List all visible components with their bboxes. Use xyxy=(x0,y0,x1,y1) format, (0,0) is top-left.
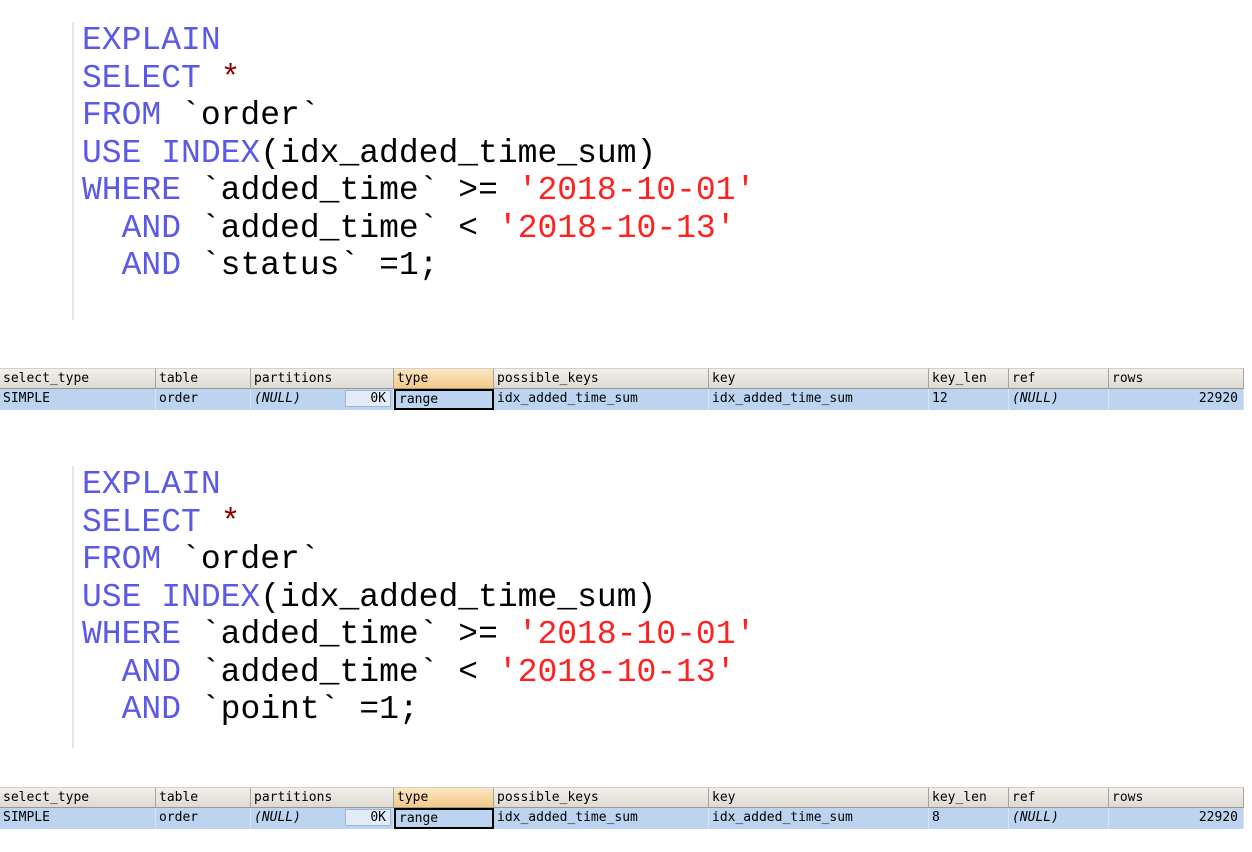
identifier: `added_time` >= xyxy=(181,172,518,209)
code-line: EXPLAIN xyxy=(82,466,755,504)
code-line: WHERE `added_time` >= '2018-10-01' xyxy=(82,616,755,654)
keyword: AND xyxy=(82,209,182,247)
cell-key[interactable]: idx_added_time_sum xyxy=(709,808,929,829)
column-header-type[interactable]: type xyxy=(394,368,494,389)
column-header-possible-keys[interactable]: possible_keys xyxy=(494,787,709,808)
cell-key-len[interactable]: 12 xyxy=(929,389,1009,410)
null-value: (NULL) xyxy=(254,810,301,825)
column-header-key[interactable]: key xyxy=(709,368,929,389)
identifier: `order` xyxy=(161,541,320,578)
keyword: SELECT xyxy=(82,59,201,97)
keyword: AND xyxy=(82,691,182,728)
keyword: FROM xyxy=(82,97,162,134)
cell-possible-keys[interactable]: idx_added_time_sum xyxy=(494,389,709,410)
code-line: FROM `order` xyxy=(82,541,755,579)
keyword: AND xyxy=(82,653,182,691)
identifier: `point` =1; xyxy=(181,691,419,728)
code-line: SELECT * xyxy=(82,60,755,98)
identifier: (idx_added_time_sum) xyxy=(260,134,657,172)
cell-ref[interactable]: (NULL) xyxy=(1009,808,1109,829)
sql-editor-query-2[interactable]: EXPLAIN SELECT * FROM `order` USE INDEX(… xyxy=(72,466,755,748)
column-header-table[interactable]: table xyxy=(156,787,251,808)
column-header-ref[interactable]: ref xyxy=(1009,787,1109,808)
identifier: `status` =1; xyxy=(181,247,439,284)
cell-table[interactable]: order xyxy=(156,808,251,829)
string-literal: '2018-10-01' xyxy=(517,172,756,209)
null-value: (NULL) xyxy=(254,391,301,406)
identifier: `added_time` >= xyxy=(181,616,518,653)
cell-type-focused[interactable]: range xyxy=(394,808,494,829)
string-literal: '2018-10-13' xyxy=(497,209,736,247)
code-line: AND `added_time` < '2018-10-13' xyxy=(82,210,755,248)
column-header-rows[interactable]: rows xyxy=(1109,368,1244,389)
cell-rows[interactable]: 22920 xyxy=(1109,389,1244,410)
keyword: AND xyxy=(82,247,182,284)
column-header-key-len[interactable]: key_len xyxy=(929,368,1009,389)
cell-select-type[interactable]: SIMPLE xyxy=(0,808,156,829)
keyword: WHERE xyxy=(82,172,182,209)
code-line: AND `point` =1; xyxy=(82,691,755,729)
null-value: (NULL) xyxy=(1012,810,1059,825)
keyword: SELECT xyxy=(82,503,201,541)
column-header-table[interactable]: table xyxy=(156,368,251,389)
column-header-select-type[interactable]: select_type xyxy=(0,787,156,808)
null-value: (NULL) xyxy=(1012,391,1059,406)
identifier: `order` xyxy=(161,97,320,134)
string-literal: '2018-10-13' xyxy=(497,653,736,691)
string-literal: '2018-10-01' xyxy=(517,616,756,653)
identifier: (idx_added_time_sum) xyxy=(260,578,657,616)
column-header-type[interactable]: type xyxy=(394,787,494,808)
column-header-ref[interactable]: ref xyxy=(1009,368,1109,389)
cell-ref[interactable]: (NULL) xyxy=(1009,389,1109,410)
column-header-partitions[interactable]: partitions xyxy=(251,787,394,808)
column-header-possible-keys[interactable]: possible_keys xyxy=(494,368,709,389)
table-row[interactable]: SIMPLE order (NULL) 0K range idx_added_ti… xyxy=(0,389,1252,410)
code-line: EXPLAIN xyxy=(82,22,755,60)
blob-size-badge: 0K xyxy=(345,809,391,826)
code-line: SELECT * xyxy=(82,504,755,542)
code-line: USE INDEX(idx_added_time_sum) xyxy=(82,579,755,617)
column-header-key-len[interactable]: key_len xyxy=(929,787,1009,808)
cell-key-len[interactable]: 8 xyxy=(929,808,1009,829)
column-header-rows[interactable]: rows xyxy=(1109,787,1244,808)
cell-table[interactable]: order xyxy=(156,389,251,410)
blob-size-badge: 0K xyxy=(345,390,391,407)
identifier: `added_time` < xyxy=(181,209,498,247)
keyword: FROM xyxy=(82,541,162,578)
keyword: WHERE xyxy=(82,616,182,653)
grid-header-row: select_type table partitions type possib… xyxy=(0,787,1252,808)
keyword: EXPLAIN xyxy=(82,22,221,59)
cell-type-focused[interactable]: range xyxy=(394,389,494,410)
cell-rows[interactable]: 22920 xyxy=(1109,808,1244,829)
cell-possible-keys[interactable]: idx_added_time_sum xyxy=(494,808,709,829)
keyword: USE INDEX xyxy=(82,578,261,616)
code-line: USE INDEX(idx_added_time_sum) xyxy=(82,135,755,173)
cell-key[interactable]: idx_added_time_sum xyxy=(709,389,929,410)
keyword: USE INDEX xyxy=(82,134,261,172)
cell-partitions[interactable]: (NULL) 0K xyxy=(251,389,394,410)
star-token: * xyxy=(200,59,241,97)
star-token: * xyxy=(200,503,241,541)
code-line: WHERE `added_time` >= '2018-10-01' xyxy=(82,172,755,210)
identifier: `added_time` < xyxy=(181,653,498,691)
cell-select-type[interactable]: SIMPLE xyxy=(0,389,156,410)
keyword: EXPLAIN xyxy=(82,466,221,503)
column-header-partitions[interactable]: partitions xyxy=(251,368,394,389)
code-line: AND `added_time` < '2018-10-13' xyxy=(82,654,755,692)
cell-partitions[interactable]: (NULL) 0K xyxy=(251,808,394,829)
result-grid-query-1: select_type table partitions type possib… xyxy=(0,368,1252,410)
table-row[interactable]: SIMPLE order (NULL) 0K range idx_added_ti… xyxy=(0,808,1252,829)
grid-header-row: select_type table partitions type possib… xyxy=(0,368,1252,389)
result-grid-query-2: select_type table partitions type possib… xyxy=(0,787,1252,829)
code-line: FROM `order` xyxy=(82,97,755,135)
code-line: AND `status` =1; xyxy=(82,247,755,285)
column-header-select-type[interactable]: select_type xyxy=(0,368,156,389)
column-header-key[interactable]: key xyxy=(709,787,929,808)
sql-editor-query-1[interactable]: EXPLAIN SELECT * FROM `order` USE INDEX(… xyxy=(72,22,755,320)
